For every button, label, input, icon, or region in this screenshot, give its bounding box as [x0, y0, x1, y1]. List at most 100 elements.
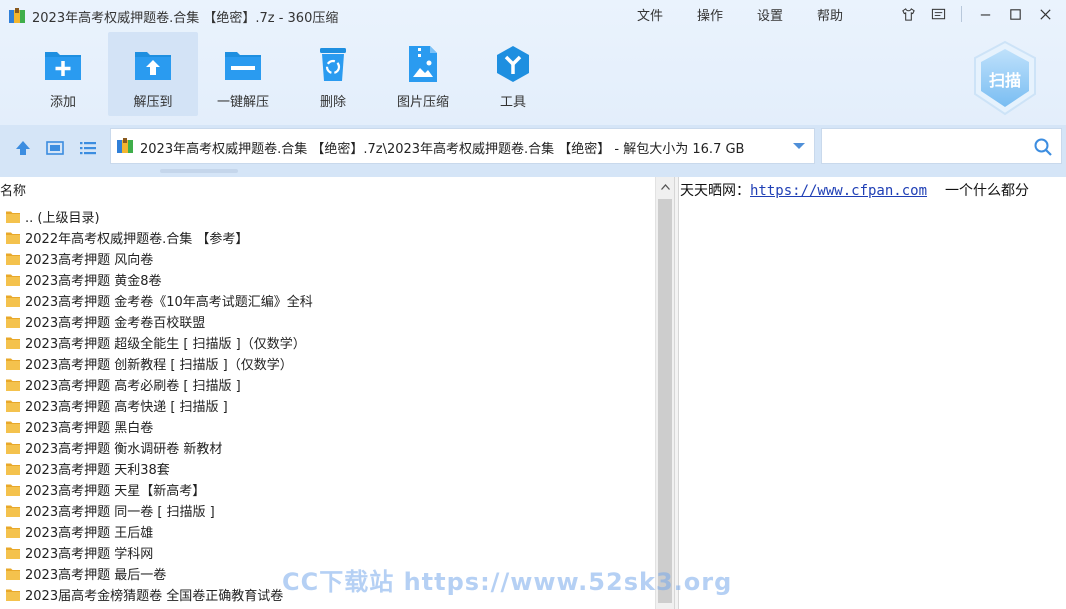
tools-label: 工具	[499, 95, 526, 110]
folder-name: 2023届高考金榜猜题卷 全国卷正确教育试卷	[25, 589, 284, 604]
folder-name: 2023高考押题 天星【新高考】	[25, 484, 206, 499]
image-compress-icon	[409, 46, 437, 82]
folder-name: 2023高考押题 金考卷《10年高考试题汇编》全科	[25, 295, 313, 310]
folder-name: 2023高考押题 学科网	[25, 547, 154, 562]
folder-row[interactable]: 2023高考押题 黄金8卷	[0, 269, 654, 290]
window-controls	[893, 3, 1060, 25]
folder-row[interactable]: 2023高考押题 天利38套	[0, 458, 654, 479]
folder-row[interactable]: 2023高考押题 学科网	[0, 542, 654, 563]
comment-prefix: 天天晒网：	[680, 183, 750, 199]
folder-icon	[6, 232, 20, 244]
folder-name: 2023高考押题 黑白卷	[25, 421, 154, 436]
minimize-icon	[980, 13, 990, 16]
scan-label: 扫描	[988, 71, 1021, 90]
list-view-icon[interactable]	[78, 138, 98, 158]
search-box	[821, 128, 1062, 164]
one-click-extract-label: 一键解压	[216, 95, 269, 110]
one-click-extract-icon	[225, 52, 261, 80]
folder-icon	[6, 568, 20, 580]
skin-button[interactable]	[893, 3, 923, 25]
up-level-icon[interactable]	[13, 138, 33, 158]
one-click-extract-button[interactable]: 一键解压	[198, 32, 288, 116]
folder-row[interactable]: 2023高考押题 衡水调研卷 新教材	[0, 437, 654, 458]
folder-row[interactable]: 2023高考押题 高考必刷卷 [ 扫描版 ]	[0, 374, 654, 395]
folder-icon	[6, 526, 20, 538]
folder-name: 2023高考押题 金考卷百校联盟	[25, 316, 206, 331]
message-icon	[931, 8, 945, 19]
shirt-icon	[901, 7, 915, 21]
thumbnail-view-icon[interactable]	[45, 138, 65, 158]
folder-row[interactable]: 2023高考押题 超级全能生 [ 扫描版 ]（仅数学）	[0, 332, 654, 353]
folder-name: 2023高考押题 创新教程 [ 扫描版 ]（仅数学）	[25, 358, 293, 373]
scrollbar-thumb[interactable]	[658, 199, 672, 603]
folder-row[interactable]: 2023高考押题 创新教程 [ 扫描版 ]（仅数学）	[0, 353, 654, 374]
main-toolbar: 添加 解压到 一键解压 删除 图片压缩 工具	[18, 32, 558, 116]
folder-row[interactable]: 2023高考押题 黑白卷	[0, 416, 654, 437]
extract-to-icon	[135, 52, 171, 80]
folder-name: 2023高考押题 风向卷	[25, 253, 154, 268]
chevron-down-icon[interactable]	[792, 141, 806, 151]
comment-link[interactable]: https://www.cfpan.com	[750, 183, 927, 199]
menu-operate[interactable]: 操作	[680, 5, 740, 24]
scan-button[interactable]: 扫描	[972, 40, 1038, 116]
search-icon[interactable]	[1033, 137, 1053, 157]
folder-icon	[6, 358, 20, 370]
folder-icon	[6, 316, 20, 328]
folder-icon	[6, 505, 20, 517]
folder-icon	[6, 295, 20, 307]
folder-row[interactable]: 2023高考押题 同一卷 [ 扫描版 ]	[0, 500, 654, 521]
menu-settings[interactable]: 设置	[740, 5, 800, 24]
folder-row[interactable]: 2023高考押题 高考快递 [ 扫描版 ]	[0, 395, 654, 416]
folder-icon	[6, 589, 20, 601]
menu-file[interactable]: 文件	[620, 5, 680, 24]
folder-row[interactable]: 2023高考押题 天星【新高考】	[0, 479, 654, 500]
folder-icon	[6, 337, 20, 349]
title-toolbar-area: 2023年高考权威押题卷.合集 【绝密】.7z - 360压缩 文件 操作 设置…	[0, 0, 1066, 125]
address-row: 2023年高考权威押题卷.合集 【绝密】.7z\2023年高考权威押题卷.合集 …	[0, 125, 1066, 177]
column-header-name[interactable]: 名称	[0, 180, 26, 199]
folder-name: 2023高考押题 王后雄	[25, 526, 154, 541]
delete-button[interactable]: 删除	[288, 32, 378, 116]
image-compress-button[interactable]: 图片压缩	[378, 32, 468, 116]
folder-row[interactable]: 2023高考押题 金考卷《10年高考试题汇编》全科	[0, 290, 654, 311]
folder-icon	[6, 211, 20, 223]
folder-name: 2023高考押题 天利38套	[25, 463, 170, 478]
search-input[interactable]	[828, 136, 1024, 156]
address-bar[interactable]: 2023年高考权威押题卷.合集 【绝密】.7z\2023年高考权威押题卷.合集 …	[110, 128, 815, 164]
folder-icon	[6, 421, 20, 433]
folder-name: 2023高考押题 超级全能生 [ 扫描版 ]（仅数学）	[25, 337, 306, 352]
watermark-text: CC下载站 https://www.52sk3.org	[282, 568, 733, 596]
comment-text: 天天晒网：https://www.cfpan.com 一个什么都分	[680, 180, 1029, 200]
folder-name: 2023高考押题 高考必刷卷 [ 扫描版 ]	[25, 379, 241, 394]
folder-row[interactable]: 2022年高考权威押题卷.合集 【参考】	[0, 227, 654, 248]
extract-to-button[interactable]: 解压到	[108, 32, 198, 116]
folder-row[interactable]: 2023高考押题 王后雄	[0, 521, 654, 542]
add-label: 添加	[49, 95, 76, 110]
controls-divider	[961, 6, 962, 22]
menu-bar: 文件 操作 设置 帮助	[620, 5, 860, 24]
folder-name: 2023高考押题 最后一卷	[25, 568, 167, 583]
add-icon	[45, 52, 81, 80]
folder-name: 2023高考押题 同一卷 [ 扫描版 ]	[25, 505, 215, 520]
add-button[interactable]: 添加	[18, 32, 108, 116]
folder-icon	[6, 253, 20, 265]
close-button[interactable]	[1030, 3, 1060, 25]
folder-row[interactable]: 2023高考押题 风向卷	[0, 248, 654, 269]
menu-help[interactable]: 帮助	[800, 5, 860, 24]
comment-preview-panel: 天天晒网：https://www.cfpan.com 一个什么都分	[679, 177, 1066, 609]
parent-directory-row[interactable]: .. (上级目录)	[0, 206, 654, 227]
vertical-scrollbar[interactable]	[655, 177, 674, 609]
maximize-button[interactable]	[1000, 3, 1030, 25]
minimize-button[interactable]	[970, 3, 1000, 25]
scroll-up-icon[interactable]	[661, 184, 670, 190]
delete-icon	[320, 48, 346, 81]
image-compress-label: 图片压缩	[396, 95, 449, 110]
folder-row[interactable]: 2023高考押题 金考卷百校联盟	[0, 311, 654, 332]
maximize-icon	[1009, 8, 1021, 20]
feedback-button[interactable]	[923, 3, 953, 25]
folder-name: .. (上级目录)	[25, 211, 100, 226]
close-icon	[1039, 8, 1051, 20]
tools-button[interactable]: 工具	[468, 32, 558, 116]
window-title: 2023年高考权威押题卷.合集 【绝密】.7z - 360压缩	[32, 11, 339, 26]
folder-name: 2023高考押题 衡水调研卷 新教材	[25, 442, 223, 457]
